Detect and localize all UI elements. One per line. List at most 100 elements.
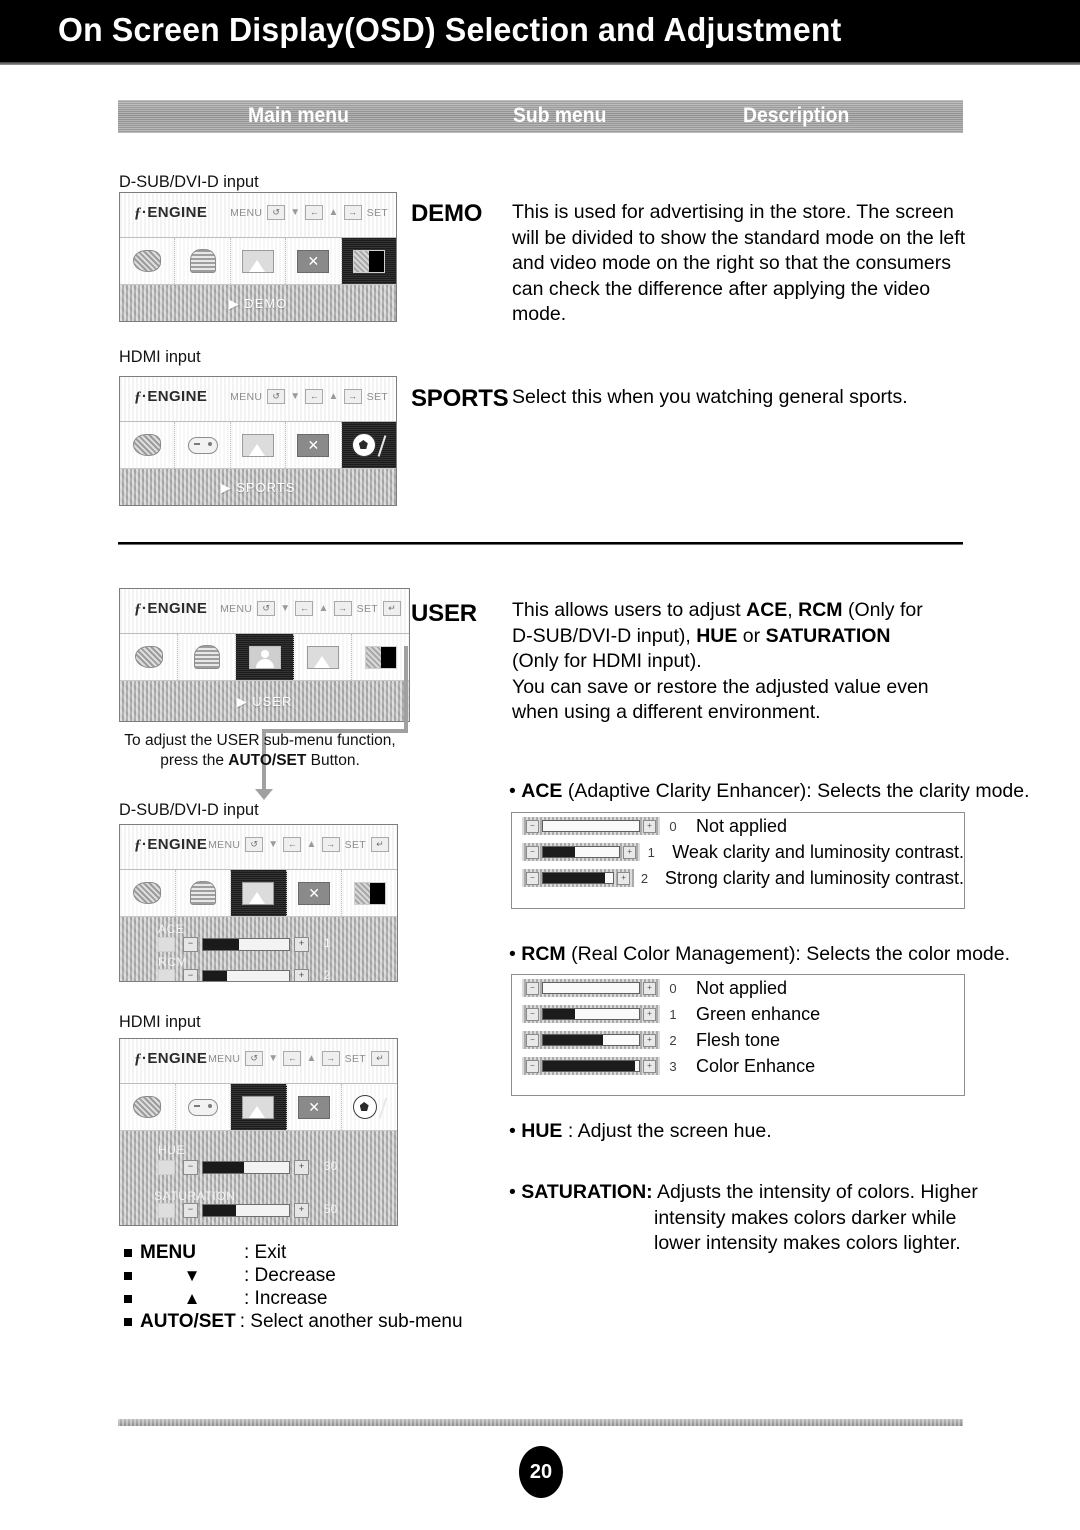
- osd-icon-normal[interactable]: [294, 634, 352, 680]
- osd-icon-user[interactable]: [230, 422, 287, 468]
- down-triangle-icon: ▼: [290, 207, 301, 218]
- osd-preview-demo: ƒ·ENGINE MENU ↺ ▼ ← ▲ → SET ✕ ▶ DEMO: [119, 192, 397, 322]
- decrease-button: −: [526, 1033, 539, 1047]
- demo-input-label: D-SUB/DVI-D input: [119, 172, 259, 191]
- normal-x-icon: ✕: [298, 881, 331, 905]
- osd-icon-internet[interactable]: [175, 238, 231, 284]
- osd-slider-hue[interactable]: − +: [183, 1160, 309, 1175]
- decrease-button: −: [526, 981, 539, 995]
- decrease-button[interactable]: −: [183, 937, 198, 952]
- legend-action-decrease: : Decrease: [244, 1264, 336, 1286]
- description-demo: This is used for advertising in the stor…: [512, 201, 966, 325]
- saturation-glyph-icon: [158, 1203, 175, 1218]
- legend-key-menu: MENU: [140, 1241, 196, 1263]
- osd-icon-movie[interactable]: [120, 238, 176, 284]
- left-arrow-icon: ←: [295, 601, 314, 616]
- osd-top-bar: ƒ·ENGINE MENU ↺ ▼ ← ▲ → SET: [120, 193, 396, 238]
- osd-icon-movie[interactable]: [120, 1084, 176, 1130]
- osd-body: ACE − + 1 RCM − + 2: [120, 917, 397, 981]
- fengine-logo: ƒ·ENGINE: [134, 1050, 208, 1067]
- demo-split-icon: [352, 249, 385, 273]
- osd-slider-saturation[interactable]: − +: [183, 1203, 309, 1218]
- connector-arrow-icon: [255, 789, 273, 800]
- osd-icon-normal[interactable]: ✕: [286, 238, 342, 284]
- decrease-button[interactable]: −: [183, 1160, 198, 1175]
- osd-icon-demo-selected[interactable]: [341, 238, 396, 284]
- rcm-level-0: 0: [669, 980, 677, 996]
- rcm-desc-1: Green enhance: [696, 1003, 821, 1024]
- decrease-button[interactable]: −: [183, 1203, 198, 1218]
- osd-icon-demo[interactable]: [342, 870, 397, 916]
- increase-button[interactable]: +: [294, 937, 309, 952]
- right-arrow-icon: →: [343, 389, 362, 404]
- increase-button[interactable]: +: [294, 969, 309, 981]
- osd-icon-demo[interactable]: [352, 634, 409, 680]
- osd-icon-user-selected[interactable]: [236, 634, 294, 680]
- osd-icon-movie[interactable]: [120, 634, 178, 680]
- legend-row-autoset: AUTO/SET : Select another sub-menu: [124, 1310, 463, 1333]
- osd-icon-game[interactable]: [175, 422, 231, 468]
- slider-fill: [203, 971, 228, 981]
- osd-top-bar: ƒ·ENGINE MENU ↺ ▼ ← ▲ → SET ↵: [120, 825, 397, 870]
- slider-track: [542, 872, 615, 884]
- rcm-level-2: 2: [669, 1032, 677, 1048]
- internet-icon: [193, 645, 220, 669]
- up-triangle-icon: ▲: [318, 603, 329, 614]
- user-submenu-note: To adjust the USER sub-menu function, pr…: [124, 732, 396, 769]
- flag-icon: [378, 1097, 388, 1119]
- osd-icon-movie[interactable]: [120, 422, 176, 468]
- slider-track: [542, 846, 621, 858]
- decrease-button: −: [526, 871, 539, 885]
- legend-action-autoset: : Select another sub-menu: [239, 1310, 463, 1332]
- osd-icon-user-selected[interactable]: [231, 870, 287, 916]
- osd-icon-sports[interactable]: [342, 1084, 397, 1130]
- osd-icon-movie[interactable]: [120, 870, 176, 916]
- table-row: − + 0 Not applied: [512, 975, 964, 1001]
- osd-icon-user[interactable]: [230, 238, 287, 284]
- flag-icon: [377, 435, 387, 457]
- osd-icon-normal[interactable]: ✕: [286, 1084, 343, 1130]
- osd-row-label-ace: ACE: [158, 922, 185, 936]
- table-row: − + 0 Not applied: [512, 813, 964, 839]
- osd-icon-internet[interactable]: [178, 634, 236, 680]
- osd-preview-sports: ƒ·ENGINE MENU ↺ ▼ ← ▲ → SET ✕ ▶ SPORTS: [119, 376, 397, 506]
- sports-input-label: HDMI input: [119, 347, 201, 366]
- decrease-button: −: [526, 819, 539, 833]
- legend-action-increase: : Increase: [244, 1287, 328, 1309]
- section-divider: [118, 542, 963, 545]
- set-label: SET: [356, 602, 378, 615]
- osd-top-bar: ƒ·ENGINE MENU ↺ ▼ ← ▲ → SET: [120, 377, 396, 422]
- internet-icon: [189, 249, 216, 273]
- submenu-user: USER: [411, 600, 477, 627]
- osd-icon-normal[interactable]: ✕: [286, 422, 342, 468]
- page-number-badge: 20: [519, 1446, 563, 1498]
- osd-icon-normal[interactable]: ✕: [286, 870, 343, 916]
- game-icon: [187, 1098, 218, 1116]
- osd-icon-game[interactable]: [175, 1084, 232, 1130]
- osd-icon-internet[interactable]: [175, 870, 232, 916]
- rcm-level-3: 3: [669, 1058, 677, 1074]
- slider-track: [202, 1161, 290, 1174]
- set-label: SET: [344, 838, 366, 851]
- osd-preview-user: ƒ·ENGINE MENU ↺ ▼ ← ▲ → SET ↵ ▶ USER: [119, 588, 410, 722]
- osd-icon-user-selected[interactable]: [231, 1084, 287, 1130]
- osd-icon-sports-selected[interactable]: [341, 422, 396, 468]
- increase-button[interactable]: +: [294, 1203, 309, 1218]
- palette-icon: [133, 434, 162, 456]
- increase-button: +: [643, 1033, 656, 1047]
- column-header-main-menu: Main menu: [248, 104, 349, 127]
- osd-slider-rcm[interactable]: − +: [183, 969, 309, 981]
- slider-fill: [543, 873, 605, 883]
- down-triangle-icon: ▼: [280, 603, 291, 614]
- osd-slider-ace[interactable]: − +: [183, 937, 309, 952]
- decrease-button[interactable]: −: [183, 969, 198, 981]
- column-header-sub-menu: Sub menu: [513, 104, 607, 127]
- slider-fill: [543, 847, 575, 857]
- osd-row-label-rcm: RCM: [158, 955, 188, 969]
- up-triangle-icon: ▲: [306, 1053, 317, 1064]
- increase-button[interactable]: +: [294, 1160, 309, 1175]
- slider-track: [542, 982, 640, 994]
- rcm-value-table: − + 0 Not applied − + 1 Green enhance − …: [511, 974, 965, 1096]
- osd-body: ▶ SPORTS: [120, 469, 396, 505]
- slider-track: [542, 1060, 640, 1072]
